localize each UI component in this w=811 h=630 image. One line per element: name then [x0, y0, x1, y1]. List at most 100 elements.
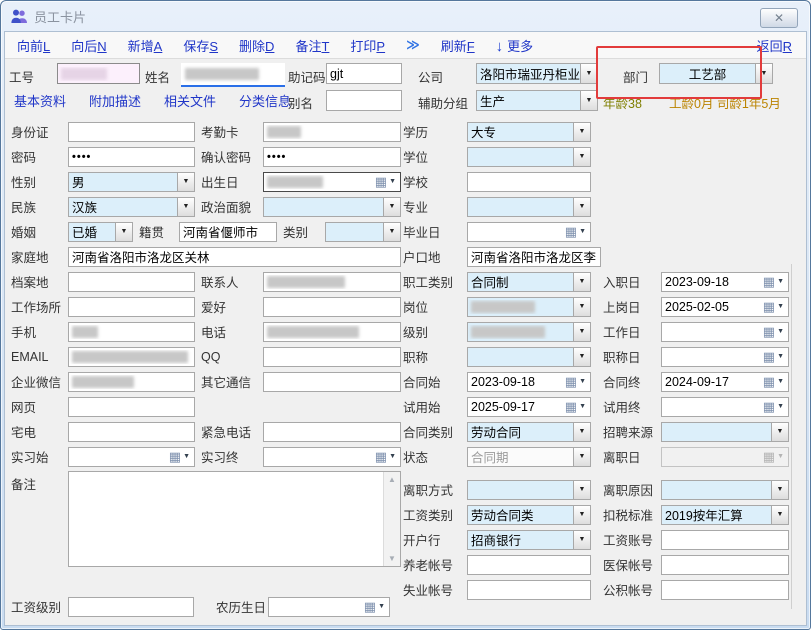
toolbar-return-button[interactable]: 返回R	[757, 36, 792, 55]
scroll-up-icon[interactable]: ▲	[384, 472, 400, 487]
toolbar-more-button[interactable]: ↓更多	[496, 36, 534, 55]
dropdown-button[interactable]: ▼	[573, 323, 590, 341]
department-select[interactable]: 工艺部 ▼	[659, 63, 773, 84]
attendance-card-field[interactable]	[263, 122, 401, 142]
dropdown-button[interactable]: ▼	[771, 481, 788, 499]
toolbar-backward-button[interactable]: 向后N	[71, 36, 106, 55]
dropdown-button[interactable]: ▼	[573, 298, 590, 316]
resignation-date-field[interactable]: ▦▼	[661, 447, 789, 467]
pension-account-field[interactable]	[467, 555, 591, 575]
work-date-field[interactable]: ▦▼	[661, 322, 789, 342]
dropdown-button[interactable]: ▼	[573, 448, 590, 466]
lunar-birthday-field[interactable]: ▦▼	[268, 597, 390, 617]
bank-field[interactable]: 招商银行▼	[467, 530, 591, 550]
tax-standard-field[interactable]: 2019按年汇算▼	[661, 505, 789, 525]
tab-basic-info[interactable]: 基本资料	[14, 91, 66, 110]
archive-place-field[interactable]	[68, 272, 195, 292]
emp-no-field[interactable]	[57, 63, 140, 84]
hobby-field[interactable]	[263, 297, 401, 317]
phone-field[interactable]	[263, 322, 401, 342]
grade-level-field[interactable]: ▼	[467, 322, 591, 342]
qq-field[interactable]	[263, 347, 401, 367]
remarks-textarea[interactable]: ▲▼	[68, 471, 401, 567]
contact-person-field[interactable]	[263, 272, 401, 292]
recruitment-source-field[interactable]: ▼	[661, 422, 789, 442]
housing-fund-account-field[interactable]	[661, 580, 789, 600]
contract-start-field[interactable]: 2023-09-18▦▼	[467, 372, 591, 392]
political-status-field[interactable]: ▼	[263, 197, 401, 217]
dropdown-button[interactable]: ▼	[771, 506, 788, 524]
tab-extra-desc[interactable]: 附加描述	[89, 91, 141, 110]
hire-date-field[interactable]: 2023-09-18▦▼	[661, 272, 789, 292]
toolbar-save-button[interactable]: 保存S	[183, 36, 218, 55]
id-card-field[interactable]	[68, 122, 195, 142]
onboard-date-field[interactable]: 2025-02-05▦▼	[661, 297, 789, 317]
education-field[interactable]: 大专▼	[467, 122, 591, 142]
dropdown-button[interactable]: ▼	[383, 223, 400, 241]
dropdown-button[interactable]: ▼	[573, 481, 590, 499]
scroll-down-icon[interactable]: ▼	[384, 551, 400, 566]
title-date-field[interactable]: ▦▼	[661, 347, 789, 367]
email-field[interactable]	[68, 347, 195, 367]
tab-category-info[interactable]: 分类信息	[239, 91, 291, 110]
job-title-field[interactable]: ▼	[467, 347, 591, 367]
toolbar-delete-button[interactable]: 删除D	[239, 36, 274, 55]
marital-status-field[interactable]: 已婚▼	[68, 222, 133, 242]
toolbar-forward-button[interactable]: 向前L	[17, 36, 50, 55]
salary-grade-field[interactable]	[68, 597, 194, 617]
toolbar-refresh-button[interactable]: 刷新F	[441, 36, 475, 55]
dropdown-button[interactable]: ▼	[177, 198, 194, 216]
salary-category-field[interactable]: 劳动合同类▼	[467, 505, 591, 525]
gender-field[interactable]: 男▼	[68, 172, 195, 192]
dropdown-button[interactable]: ▼	[755, 64, 772, 83]
category-field[interactable]: ▼	[325, 222, 401, 242]
alias-field[interactable]	[326, 90, 402, 111]
salary-account-field[interactable]	[661, 530, 789, 550]
unemployment-account-field[interactable]	[467, 580, 591, 600]
toolbar-print-button[interactable]: 打印P	[350, 36, 385, 55]
dropdown-button[interactable]: ▼	[573, 531, 590, 549]
ethnicity-field[interactable]: 汉族▼	[68, 197, 195, 217]
close-icon[interactable]: ✕	[760, 8, 798, 28]
dropdown-button[interactable]: ▼	[115, 223, 132, 241]
wecom-field[interactable]	[68, 372, 195, 392]
birth-date-field[interactable]: ▦▼	[263, 172, 401, 192]
dropdown-button[interactable]: ▼	[573, 273, 590, 291]
household-registration-field[interactable]: 河南省洛阳市洛龙区李	[467, 247, 601, 267]
dropdown-button[interactable]: ▼	[573, 348, 590, 366]
tab-related-files[interactable]: 相关文件	[164, 91, 216, 110]
webpage-field[interactable]	[68, 397, 195, 417]
graduation-date-field[interactable]: ▦▼	[467, 222, 591, 242]
contract-type-field[interactable]: 劳动合同▼	[467, 422, 591, 442]
dropdown-button[interactable]: ▼	[573, 506, 590, 524]
company-select[interactable]: 洛阳市瑞亚丹柜业有 ▼	[476, 63, 598, 84]
employee-category-field[interactable]: 合同制▼	[467, 272, 591, 292]
resignation-method-field[interactable]: ▼	[467, 480, 591, 500]
dropdown-button[interactable]: ▼	[573, 423, 590, 441]
mnemonic-field[interactable]: gjt	[326, 63, 402, 84]
toolbar-add-button[interactable]: 新增A	[128, 36, 163, 55]
probation-end-field[interactable]: ▦▼	[661, 397, 789, 417]
dropdown-button[interactable]: ▼	[771, 423, 788, 441]
home-address-field[interactable]: 河南省洛阳市洛龙区关林	[68, 247, 401, 267]
contract-end-field[interactable]: 2024-09-17▦▼	[661, 372, 789, 392]
post-field[interactable]: ▼	[467, 297, 591, 317]
password-field[interactable]: ••••	[68, 147, 195, 167]
school-field[interactable]	[467, 172, 591, 192]
aux-group-select[interactable]: 生产 ▼	[476, 90, 598, 111]
resignation-reason-field[interactable]: ▼	[661, 480, 789, 500]
dropdown-button[interactable]: ▼	[580, 64, 597, 83]
major-field[interactable]: ▼	[467, 197, 591, 217]
dropdown-button[interactable]: ▼	[573, 148, 590, 166]
toolbar-note-button[interactable]: 备注T	[295, 36, 329, 55]
dropdown-button[interactable]: ▼	[573, 123, 590, 141]
status-field[interactable]: 合同期▼	[467, 447, 591, 467]
home-phone-field[interactable]	[68, 422, 195, 442]
degree-field[interactable]: ▼	[467, 147, 591, 167]
mobile-field[interactable]	[68, 322, 195, 342]
native-place-field[interactable]: 河南省偃师市	[179, 222, 277, 242]
internship-end-field[interactable]: ▦▼	[263, 447, 401, 467]
medical-account-field[interactable]	[661, 555, 789, 575]
expand-icon[interactable]: ≫	[406, 37, 420, 53]
confirm-password-field[interactable]: ••••	[263, 147, 401, 167]
